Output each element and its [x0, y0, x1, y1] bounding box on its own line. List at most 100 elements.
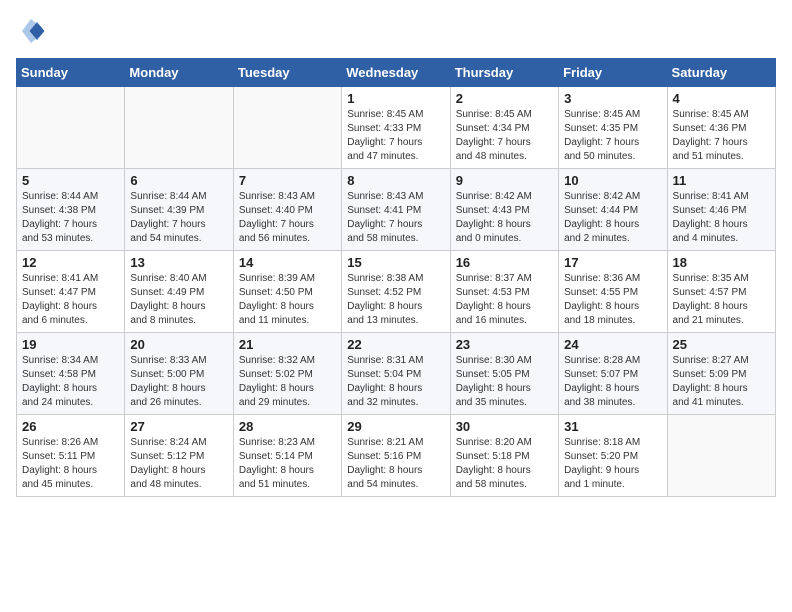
calendar-day-cell: 11Sunrise: 8:41 AM Sunset: 4:46 PM Dayli… [667, 169, 775, 251]
calendar-day-cell [667, 415, 775, 497]
day-number: 31 [564, 419, 661, 434]
weekday-header: Thursday [450, 59, 558, 87]
day-info: Sunrise: 8:42 AM Sunset: 4:43 PM Dayligh… [456, 190, 553, 246]
day-number: 30 [456, 419, 553, 434]
day-info: Sunrise: 8:38 AM Sunset: 4:52 PM Dayligh… [347, 272, 444, 328]
calendar-day-cell: 30 Sunrise: 8:20 AM Sunset: 5:18 PM Dayli… [450, 415, 558, 497]
day-number: 20 [130, 337, 227, 352]
calendar-day-cell: 28 Sunrise: 8:23 AM Sunset: 5:14 PM Dayli… [233, 415, 341, 497]
weekday-header: Saturday [667, 59, 775, 87]
calendar-day-cell: 23 Sunrise: 8:30 AM Sunset: 5:05 PM Dayli… [450, 333, 558, 415]
calendar-week-row: 12 Sunrise: 8:41 AM Sunset: 4:47 PM Dayli… [17, 251, 776, 333]
calendar-day-cell [233, 87, 341, 169]
calendar-day-cell: 15 Sunrise: 8:38 AM Sunset: 4:52 PM Dayli… [342, 251, 450, 333]
calendar-day-cell: 9Sunrise: 8:42 AM Sunset: 4:43 PM Daylig… [450, 169, 558, 251]
weekday-header: Friday [559, 59, 667, 87]
calendar-day-cell: 8 Sunrise: 8:43 AM Sunset: 4:41 PM Daylig… [342, 169, 450, 251]
calendar-day-cell: 19 Sunrise: 8:34 AM Sunset: 4:58 PM Dayli… [17, 333, 125, 415]
day-number: 15 [347, 255, 444, 270]
weekday-header: Wednesday [342, 59, 450, 87]
day-number: 13 [130, 255, 227, 270]
day-info: Sunrise: 8:44 AM Sunset: 4:39 PM Dayligh… [130, 190, 227, 246]
day-info: Sunrise: 8:45 AM Sunset: 4:34 PM Dayligh… [456, 108, 553, 164]
page-header [16, 16, 776, 46]
day-info: Sunrise: 8:37 AM Sunset: 4:53 PM Dayligh… [456, 272, 553, 328]
day-info: Sunrise: 8:31 AM Sunset: 5:04 PM Dayligh… [347, 354, 444, 410]
calendar-day-cell: 29 Sunrise: 8:21 AM Sunset: 5:16 PM Dayli… [342, 415, 450, 497]
day-info: Sunrise: 8:43 AM Sunset: 4:41 PM Dayligh… [347, 190, 444, 246]
day-number: 6 [130, 173, 227, 188]
day-info: Sunrise: 8:21 AM Sunset: 5:16 PM Dayligh… [347, 436, 444, 492]
calendar-day-cell [125, 87, 233, 169]
day-info: Sunrise: 8:35 AM Sunset: 4:57 PM Dayligh… [673, 272, 770, 328]
day-info: Sunrise: 8:42 AM Sunset: 4:44 PM Dayligh… [564, 190, 661, 246]
calendar-day-cell: 27 Sunrise: 8:24 AM Sunset: 5:12 PM Dayli… [125, 415, 233, 497]
day-number: 23 [456, 337, 553, 352]
calendar-day-cell: 6 Sunrise: 8:44 AM Sunset: 4:39 PM Daylig… [125, 169, 233, 251]
calendar-day-cell: 4 Sunrise: 8:45 AM Sunset: 4:36 PM Daylig… [667, 87, 775, 169]
day-number: 27 [130, 419, 227, 434]
calendar-table: SundayMondayTuesdayWednesdayThursdayFrid… [16, 58, 776, 497]
day-info: Sunrise: 8:24 AM Sunset: 5:12 PM Dayligh… [130, 436, 227, 492]
day-info: Sunrise: 8:45 AM Sunset: 4:36 PM Dayligh… [673, 108, 770, 164]
calendar-week-row: 1 Sunrise: 8:45 AM Sunset: 4:33 PM Daylig… [17, 87, 776, 169]
calendar-day-cell: 31 Sunrise: 8:18 AM Sunset: 5:20 PM Dayli… [559, 415, 667, 497]
calendar-week-row: 5 Sunrise: 8:44 AM Sunset: 4:38 PM Daylig… [17, 169, 776, 251]
day-number: 21 [239, 337, 336, 352]
calendar-day-cell: 21 Sunrise: 8:32 AM Sunset: 5:02 PM Dayli… [233, 333, 341, 415]
day-number: 8 [347, 173, 444, 188]
calendar-day-cell: 17 Sunrise: 8:36 AM Sunset: 4:55 PM Dayli… [559, 251, 667, 333]
calendar-day-cell: 5 Sunrise: 8:44 AM Sunset: 4:38 PM Daylig… [17, 169, 125, 251]
day-info: Sunrise: 8:36 AM Sunset: 4:55 PM Dayligh… [564, 272, 661, 328]
day-number: 17 [564, 255, 661, 270]
weekday-header: Monday [125, 59, 233, 87]
calendar-day-cell: 13 Sunrise: 8:40 AM Sunset: 4:49 PM Dayli… [125, 251, 233, 333]
day-info: Sunrise: 8:20 AM Sunset: 5:18 PM Dayligh… [456, 436, 553, 492]
calendar-day-cell: 10 Sunrise: 8:42 AM Sunset: 4:44 PM Dayli… [559, 169, 667, 251]
calendar-day-cell: 20Sunrise: 8:33 AM Sunset: 5:00 PM Dayli… [125, 333, 233, 415]
day-number: 5 [22, 173, 119, 188]
day-number: 24 [564, 337, 661, 352]
calendar-day-cell [17, 87, 125, 169]
day-info: Sunrise: 8:44 AM Sunset: 4:38 PM Dayligh… [22, 190, 119, 246]
day-number: 29 [347, 419, 444, 434]
day-info: Sunrise: 8:18 AM Sunset: 5:20 PM Dayligh… [564, 436, 661, 492]
calendar-week-row: 19 Sunrise: 8:34 AM Sunset: 4:58 PM Dayli… [17, 333, 776, 415]
day-number: 4 [673, 91, 770, 106]
day-info: Sunrise: 8:23 AM Sunset: 5:14 PM Dayligh… [239, 436, 336, 492]
day-info: Sunrise: 8:34 AM Sunset: 4:58 PM Dayligh… [22, 354, 119, 410]
day-number: 16 [456, 255, 553, 270]
day-number: 19 [22, 337, 119, 352]
day-number: 14 [239, 255, 336, 270]
calendar-header-row: SundayMondayTuesdayWednesdayThursdayFrid… [17, 59, 776, 87]
calendar-day-cell: 16 Sunrise: 8:37 AM Sunset: 4:53 PM Dayli… [450, 251, 558, 333]
calendar-day-cell: 26Sunrise: 8:26 AM Sunset: 5:11 PM Dayli… [17, 415, 125, 497]
day-number: 2 [456, 91, 553, 106]
calendar-day-cell: 1 Sunrise: 8:45 AM Sunset: 4:33 PM Daylig… [342, 87, 450, 169]
day-info: Sunrise: 8:32 AM Sunset: 5:02 PM Dayligh… [239, 354, 336, 410]
calendar-day-cell: 18 Sunrise: 8:35 AM Sunset: 4:57 PM Dayli… [667, 251, 775, 333]
day-number: 18 [673, 255, 770, 270]
calendar-day-cell: 24 Sunrise: 8:28 AM Sunset: 5:07 PM Dayli… [559, 333, 667, 415]
calendar-week-row: 26Sunrise: 8:26 AM Sunset: 5:11 PM Dayli… [17, 415, 776, 497]
weekday-header: Tuesday [233, 59, 341, 87]
day-info: Sunrise: 8:41 AM Sunset: 4:47 PM Dayligh… [22, 272, 119, 328]
day-info: Sunrise: 8:27 AM Sunset: 5:09 PM Dayligh… [673, 354, 770, 410]
calendar-day-cell: 25Sunrise: 8:27 AM Sunset: 5:09 PM Dayli… [667, 333, 775, 415]
calendar-day-cell: 7 Sunrise: 8:43 AM Sunset: 4:40 PM Daylig… [233, 169, 341, 251]
day-info: Sunrise: 8:30 AM Sunset: 5:05 PM Dayligh… [456, 354, 553, 410]
day-number: 28 [239, 419, 336, 434]
logo-icon [16, 16, 46, 46]
day-number: 7 [239, 173, 336, 188]
day-info: Sunrise: 8:40 AM Sunset: 4:49 PM Dayligh… [130, 272, 227, 328]
day-info: Sunrise: 8:28 AM Sunset: 5:07 PM Dayligh… [564, 354, 661, 410]
day-number: 1 [347, 91, 444, 106]
day-info: Sunrise: 8:43 AM Sunset: 4:40 PM Dayligh… [239, 190, 336, 246]
weekday-header: Sunday [17, 59, 125, 87]
day-info: Sunrise: 8:45 AM Sunset: 4:33 PM Dayligh… [347, 108, 444, 164]
day-number: 10 [564, 173, 661, 188]
day-number: 12 [22, 255, 119, 270]
calendar-day-cell: 3Sunrise: 8:45 AM Sunset: 4:35 PM Daylig… [559, 87, 667, 169]
day-number: 22 [347, 337, 444, 352]
day-number: 3 [564, 91, 661, 106]
